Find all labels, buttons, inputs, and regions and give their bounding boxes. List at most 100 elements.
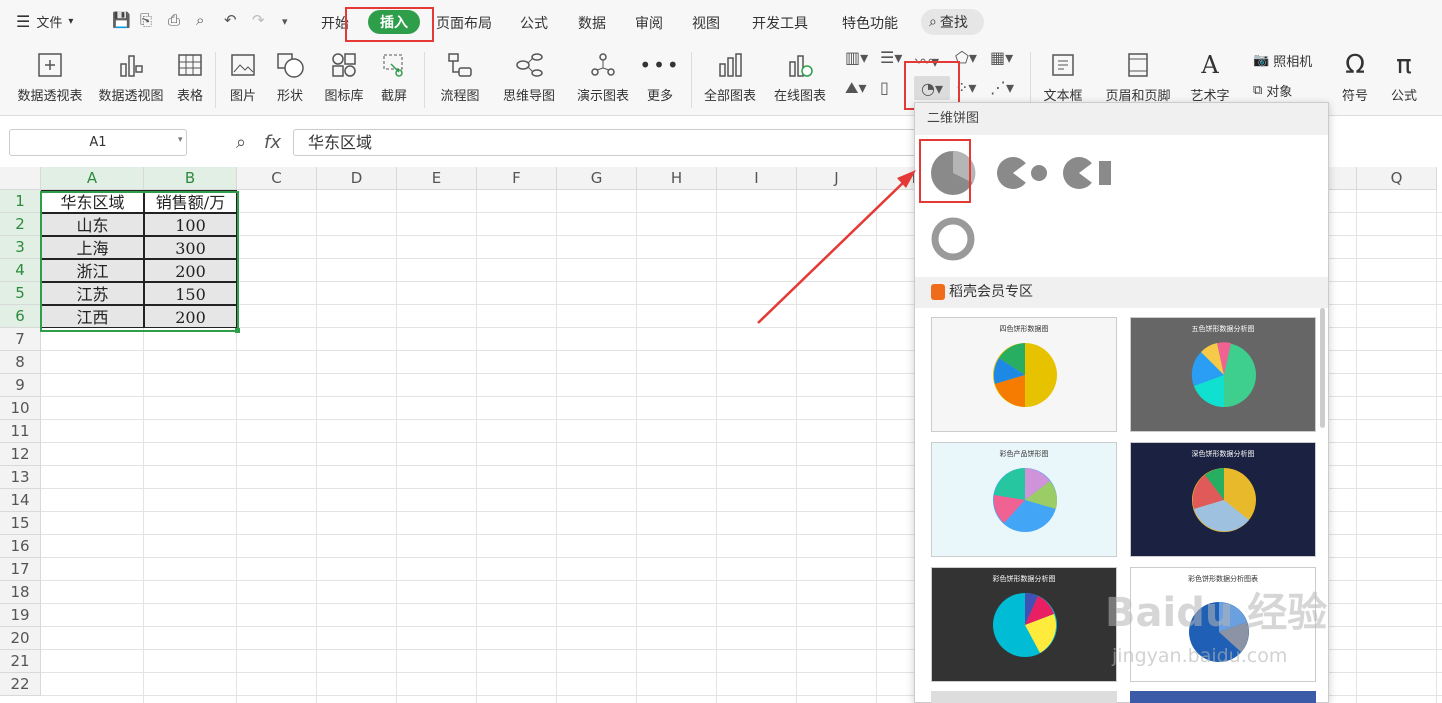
row-header[interactable]: 5 — [0, 282, 41, 305]
presentation-chart-label: 演示图表 — [576, 89, 629, 104]
name-box-chevron-icon[interactable]: ▾ — [178, 135, 183, 145]
row-header[interactable]: 18 — [0, 581, 41, 604]
row-header[interactable]: 19 — [0, 604, 41, 627]
tab-features[interactable]: 特色功能 — [842, 13, 898, 33]
stock-chart-icon[interactable]: ▯ — [880, 78, 889, 97]
template-colorful-product-pie[interactable]: 彩色产品饼形图 — [931, 442, 1117, 557]
watermark-url: jingyan.baidu.com — [1112, 645, 1288, 667]
column-header-q[interactable]: Q — [1357, 167, 1437, 190]
fill-handle[interactable] — [235, 328, 240, 333]
bar-of-pie-option[interactable] — [1061, 153, 1117, 193]
print-icon[interactable]: ⎙ — [168, 11, 180, 29]
column-header-i[interactable]: I — [717, 167, 797, 190]
column-header-c[interactable]: C — [237, 167, 317, 190]
template-four-color-pie[interactable]: 四色饼形数据图 — [931, 317, 1117, 432]
format-painter-icon[interactable]: ⎘ — [140, 11, 152, 29]
print-preview-icon[interactable]: ⌕ — [196, 11, 204, 29]
online-charts-button[interactable]: 在线图表 — [768, 49, 832, 104]
tab-view[interactable]: 视图 — [692, 13, 720, 33]
column-header-e[interactable]: E — [397, 167, 477, 190]
row-header[interactable]: 14 — [0, 489, 41, 512]
row-header[interactable]: 16 — [0, 535, 41, 558]
header-footer-button[interactable]: 页眉和页脚 — [1102, 49, 1174, 104]
column-header-j[interactable]: J — [797, 167, 877, 190]
mindmap-button[interactable]: 思维导图 — [497, 49, 561, 104]
pivot-chart-button[interactable]: 数据透视图 — [95, 49, 167, 104]
screenshot-label: 截屏 — [380, 89, 407, 104]
template-dark-pie[interactable]: 深色饼形数据分析图 — [1130, 442, 1316, 557]
grid-column-line — [1356, 190, 1357, 703]
pivot-table-button[interactable]: 数据透视表 — [14, 49, 86, 104]
row-header[interactable]: 4 — [0, 259, 41, 282]
row-header[interactable]: 17 — [0, 558, 41, 581]
row-header[interactable]: 12 — [0, 443, 41, 466]
row-header[interactable]: 6 — [0, 305, 41, 328]
tab-page-layout[interactable]: 页面布局 — [436, 13, 492, 33]
icon-library-button[interactable]: 图标库 — [322, 49, 366, 104]
wordart-button[interactable]: A 艺术字 — [1184, 49, 1236, 104]
row-header[interactable]: 1 — [0, 190, 41, 213]
customize-icon[interactable]: ▾ — [282, 15, 288, 28]
presentation-chart-icon — [591, 53, 615, 76]
object-button[interactable]: ⧉ 对象 — [1253, 81, 1292, 100]
symbol-label: 符号 — [1341, 89, 1368, 104]
area-chart-icon[interactable]: ⛰▾ — [845, 78, 866, 98]
template-row-partial — [931, 691, 1117, 703]
tab-developer[interactable]: 开发工具 — [752, 13, 808, 33]
tab-review[interactable]: 审阅 — [635, 13, 663, 33]
column-chart-icon[interactable]: ▥▾ — [845, 48, 868, 67]
row-header[interactable]: 22 — [0, 673, 41, 696]
file-menu[interactable]: ☰ 文件 ▾ — [16, 12, 73, 31]
tab-formulas[interactable]: 公式 — [520, 13, 548, 33]
dropdown-scrollbar[interactable] — [1320, 308, 1325, 428]
row-header[interactable]: 13 — [0, 466, 41, 489]
textbox-button[interactable]: 文本框 — [1038, 49, 1088, 104]
bar-chart-small-icon[interactable]: ☰▾ — [880, 48, 902, 67]
bubble-chart-icon[interactable]: ⋰▾ — [990, 78, 1014, 97]
redo-icon[interactable]: ↷ — [252, 11, 265, 29]
screenshot-button[interactable]: 截屏 — [376, 49, 412, 104]
template-five-color-pie[interactable]: 五色饼形数据分析图 — [1130, 317, 1316, 432]
row-header[interactable]: 20 — [0, 627, 41, 650]
column-header-h[interactable]: H — [637, 167, 717, 190]
camera-button[interactable]: 📷 照相机 — [1253, 51, 1312, 70]
column-header-f[interactable]: F — [477, 167, 557, 190]
name-box[interactable]: A1 — [9, 129, 187, 156]
highlight-pie-option — [919, 139, 971, 203]
row-header[interactable]: 7 — [0, 328, 41, 351]
row-header[interactable]: 15 — [0, 512, 41, 535]
column-header-a[interactable]: A — [41, 167, 144, 190]
zoom-formula-icon[interactable]: ⌕ — [236, 132, 246, 153]
column-header-d[interactable]: D — [317, 167, 397, 190]
doughnut-chart-option[interactable] — [929, 216, 977, 262]
shape-button[interactable]: 形状 — [272, 49, 308, 104]
table-button[interactable]: 表格 — [174, 49, 206, 104]
symbol-button[interactable]: Ω 符号 — [1335, 49, 1375, 104]
fx-icon[interactable]: fx — [264, 132, 281, 153]
formula-input[interactable]: 华东区域 — [293, 129, 933, 156]
search-button[interactable]: ⌕ 查找 — [921, 9, 984, 35]
all-charts-button[interactable]: 全部图表 — [700, 49, 760, 104]
presentation-chart-button[interactable]: 演示图表 — [574, 49, 632, 104]
template-colorful-dark-pie[interactable]: 彩色饼形数据分析图 — [931, 567, 1117, 682]
row-header[interactable]: 8 — [0, 351, 41, 374]
equation-button[interactable]: π 公式 — [1384, 49, 1424, 104]
pie-of-pie-option[interactable] — [995, 153, 1051, 193]
row-header[interactable]: 3 — [0, 236, 41, 259]
tab-data[interactable]: 数据 — [578, 13, 606, 33]
column-header-g[interactable]: G — [557, 167, 637, 190]
row-header[interactable]: 11 — [0, 420, 41, 443]
row-header[interactable]: 21 — [0, 650, 41, 673]
row-header[interactable]: 10 — [0, 397, 41, 420]
select-all-corner[interactable] — [0, 167, 41, 190]
row-header[interactable]: 9 — [0, 374, 41, 397]
flowchart-button[interactable]: 流程图 — [434, 49, 486, 104]
combo-chart-icon[interactable]: ▦▾ — [990, 48, 1013, 67]
save-icon[interactable]: 💾 — [112, 11, 131, 29]
row-header[interactable]: 2 — [0, 213, 41, 236]
more-button[interactable]: ••• 更多 — [639, 49, 680, 104]
picture-button[interactable]: 图片 — [225, 49, 261, 104]
undo-icon[interactable]: ↶ — [224, 11, 237, 29]
column-header-b[interactable]: B — [144, 167, 237, 190]
pie-section-title: 二维饼图 — [915, 103, 1328, 135]
